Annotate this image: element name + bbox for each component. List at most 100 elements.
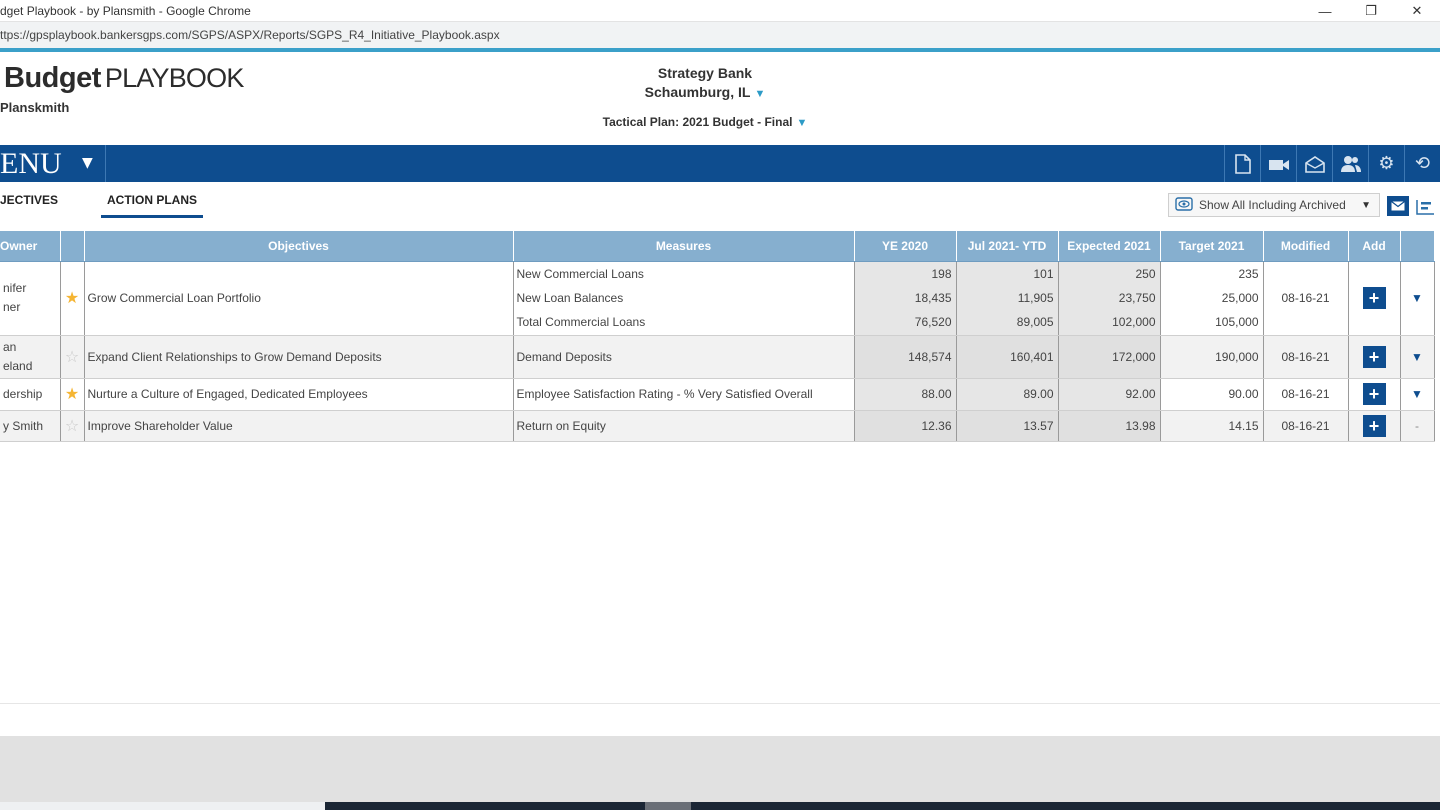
filter-label: Show All Including Archived <box>1199 198 1346 212</box>
owner-name: ner <box>3 300 21 314</box>
owner-name: eland <box>3 358 33 373</box>
objective-cell[interactable]: Improve Shareholder Value <box>84 410 514 442</box>
tab-strip: JECTIVES ACTION PLANS <box>0 182 700 222</box>
address-bar[interactable]: ttps://gpsplaybook.bankersgps.com/SGPS/A… <box>0 22 1440 48</box>
favorite-star-icon[interactable]: ★ <box>60 378 85 411</box>
add-button[interactable]: + <box>1362 383 1386 405</box>
favorite-star-icon[interactable]: ☆ <box>60 335 85 379</box>
expand-row-icon[interactable]: ▼ <box>1411 387 1423 401</box>
caret-down-icon[interactable]: ▼ <box>754 88 765 100</box>
column-header-measures[interactable]: Measures <box>513 231 855 262</box>
value: 250 <box>1135 267 1156 281</box>
value: 25,000 <box>1221 291 1259 305</box>
hierarchy-icon[interactable] <box>1414 198 1436 216</box>
menu-label: ENU <box>0 147 62 180</box>
column-header-target-2021[interactable]: Target 2021 <box>1160 231 1264 262</box>
ye-2020-cell: 88.00 <box>854 378 957 411</box>
value: 105,000 <box>1215 315 1259 329</box>
plan-selector[interactable]: Tactical Plan: 2021 Budget - Final ▼ <box>560 115 850 129</box>
column-header-add: Add <box>1348 231 1401 262</box>
column-header-owner[interactable]: Owner <box>0 231 61 262</box>
taskbar-active-app[interactable] <box>645 802 691 810</box>
column-header-jul-2021-ytd[interactable]: Jul 2021- YTD <box>956 231 1059 262</box>
objective-cell[interactable]: Nurture a Culture of Engaged, Dedicated … <box>84 378 514 411</box>
menu-bar: ENU ▼ ⚙ ⟲ <box>0 145 1440 182</box>
app-logo[interactable]: Budget PLAYBOOK Planskmith <box>0 62 244 115</box>
add-cell: + <box>1348 410 1401 442</box>
archive-filter-dropdown[interactable]: Show All Including Archived ▼ <box>1168 193 1380 217</box>
gear-icon[interactable]: ⚙ <box>1368 145 1404 182</box>
add-button[interactable]: + <box>1362 287 1386 309</box>
minimize-icon[interactable]: — <box>1302 0 1348 22</box>
favorite-star-icon[interactable]: ★ <box>60 261 85 336</box>
favorite-star-icon[interactable]: ☆ <box>60 410 85 442</box>
taskbar-search-area[interactable] <box>0 802 325 810</box>
measure-name[interactable]: New Loan Balances <box>517 286 854 310</box>
table-row[interactable]: dership ★ Nurture a Culture of Engaged, … <box>0 378 1435 411</box>
owner-name: nifer <box>3 281 27 295</box>
value: 76,520 <box>914 315 952 329</box>
value: 101 <box>1033 267 1054 281</box>
value: 11,905 <box>1017 291 1054 305</box>
expected-cell: 13.98 <box>1058 410 1161 442</box>
add-button[interactable]: + <box>1362 414 1386 437</box>
window-controls: — ❐ ✕ <box>1302 0 1440 22</box>
measure-name[interactable]: Employee Satisfaction Rating - % Very Sa… <box>513 378 855 411</box>
table-row[interactable]: an eland ☆ Expand Client Relationships t… <box>0 335 1435 379</box>
value: 198 <box>931 267 952 281</box>
mail-open-icon[interactable] <box>1296 145 1332 182</box>
url-text[interactable]: ttps://gpsplaybook.bankersgps.com/SGPS/A… <box>0 28 500 42</box>
column-header-star <box>60 231 85 262</box>
column-header-objectives[interactable]: Objectives <box>84 231 514 262</box>
expand-cell: ▼ <box>1400 378 1435 411</box>
add-cell: + <box>1348 335 1401 379</box>
objective-cell[interactable]: Grow Commercial Loan Portfolio <box>84 261 514 336</box>
main-menu-button[interactable]: ENU ▼ <box>0 145 106 182</box>
email-button[interactable] <box>1387 196 1409 216</box>
video-icon[interactable] <box>1260 145 1296 182</box>
add-button[interactable]: + <box>1362 345 1386 368</box>
value: 23,750 <box>1118 291 1156 305</box>
owner-cell: nifer ner <box>0 261 61 336</box>
expand-row-icon[interactable]: ▼ <box>1411 291 1423 305</box>
target-cell: 190,000 <box>1160 335 1264 379</box>
expected-cell: 92.00 <box>1058 378 1161 411</box>
objective-cell[interactable]: Expand Client Relationships to Grow Dema… <box>84 335 514 379</box>
target-cell: 235 25,000 105,000 <box>1160 261 1264 336</box>
bank-location-selector[interactable]: Schaumburg, IL ▼ <box>560 84 850 100</box>
restore-icon[interactable]: ❐ <box>1348 0 1394 22</box>
modified-cell: 08-16-21 <box>1263 335 1349 379</box>
users-icon[interactable] <box>1332 145 1368 182</box>
logo-bold-text: Budget <box>4 62 101 94</box>
add-cell: + <box>1348 261 1401 336</box>
table-row[interactable]: nifer ner ★ Grow Commercial Loan Portfol… <box>0 261 1435 336</box>
value: 102,000 <box>1112 315 1156 329</box>
column-header-ye-2020[interactable]: YE 2020 <box>854 231 957 262</box>
column-header-expected-2021[interactable]: Expected 2021 <box>1058 231 1161 262</box>
column-header-modified[interactable]: Modified <box>1263 231 1349 262</box>
caret-down-icon[interactable]: ▼ <box>796 117 807 129</box>
page-footer-band <box>0 736 1440 802</box>
ye-2020-cell: 148,574 <box>854 335 957 379</box>
eye-icon <box>1173 196 1195 214</box>
browser-title-bar: dget Playbook - by Plansmith - Google Ch… <box>0 0 1440 22</box>
owner-name: an <box>3 339 17 354</box>
expected-cell: 172,000 <box>1058 335 1161 379</box>
table-row[interactable]: y Smith ☆ Improve Shareholder Value Retu… <box>0 410 1435 442</box>
value: 235 <box>1238 267 1259 281</box>
document-icon[interactable] <box>1224 145 1260 182</box>
ye-2020-cell: 12.36 <box>854 410 957 442</box>
tab-objectives[interactable]: JECTIVES <box>0 193 58 207</box>
value: 89,005 <box>1016 315 1054 329</box>
refresh-icon[interactable]: ⟲ <box>1404 145 1440 182</box>
measure-name[interactable]: Demand Deposits <box>513 335 855 379</box>
add-cell: + <box>1348 378 1401 411</box>
measure-name[interactable]: New Commercial Loans <box>517 262 854 286</box>
close-icon[interactable]: ✕ <box>1394 0 1440 22</box>
ytd-cell: 13.57 <box>956 410 1059 442</box>
measure-name[interactable]: Total Commercial Loans <box>517 310 854 334</box>
owner-cell: an eland <box>0 335 61 379</box>
expand-row-icon[interactable]: ▼ <box>1411 350 1423 364</box>
tab-action-plans[interactable]: ACTION PLANS <box>101 193 203 218</box>
measure-name[interactable]: Return on Equity <box>513 410 855 442</box>
